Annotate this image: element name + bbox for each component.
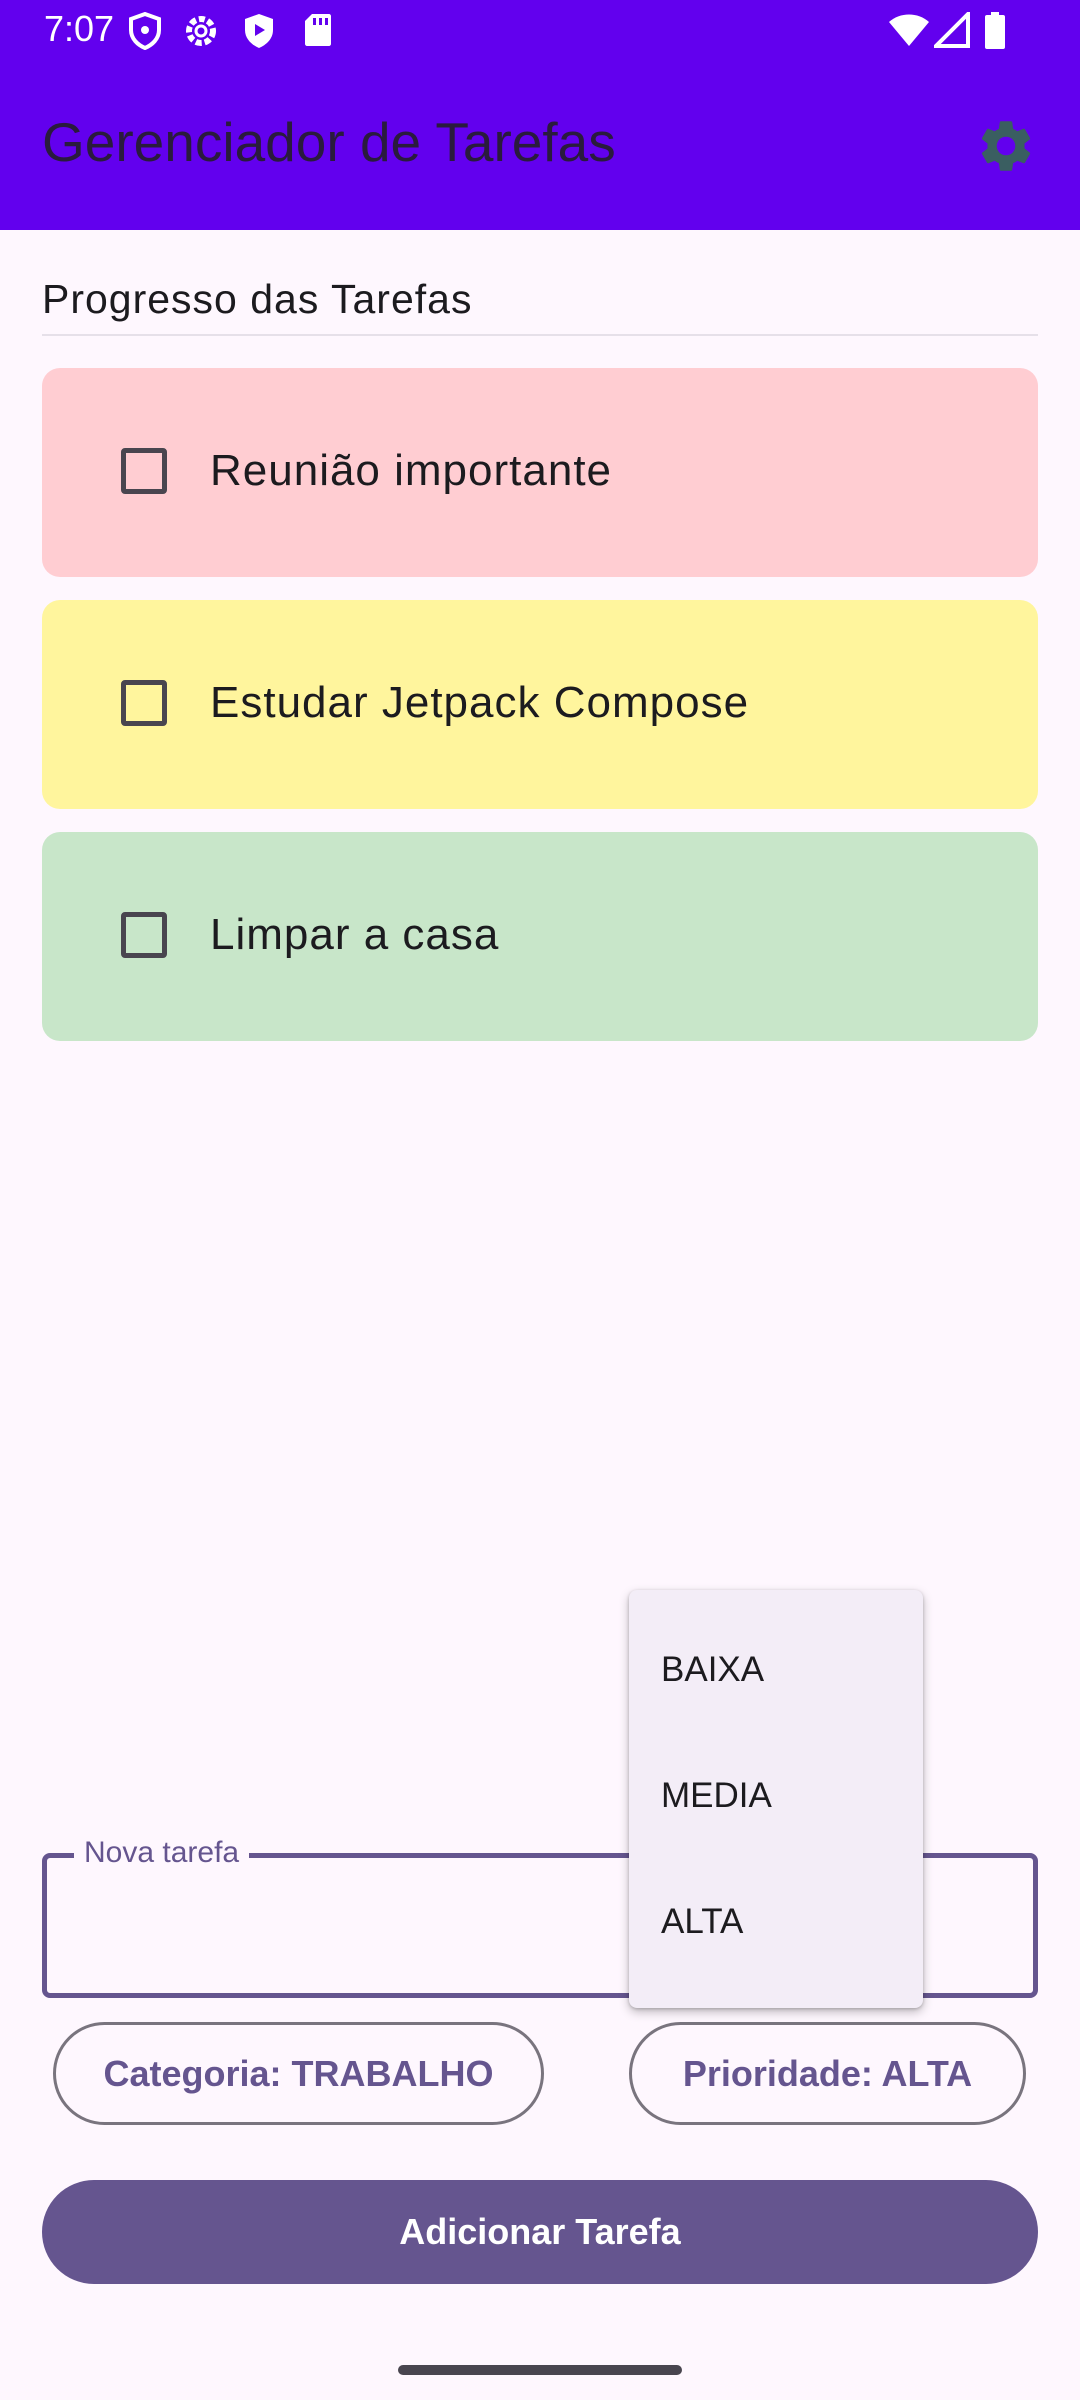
add-task-button[interactable]: Adicionar Tarefa bbox=[42, 2180, 1038, 2284]
task-card[interactable]: Reunião importante bbox=[42, 368, 1038, 577]
task-card[interactable]: Limpar a casa bbox=[42, 832, 1038, 1041]
top-app-bar: 7:07 Gerenciador de Tarefas bbox=[0, 0, 1080, 230]
task-label: Reunião importante bbox=[210, 446, 613, 495]
section-divider bbox=[42, 334, 1038, 336]
menu-item-media[interactable]: MEDIA bbox=[661, 1776, 772, 1816]
task-checkbox[interactable] bbox=[121, 448, 167, 494]
play-protect-icon bbox=[245, 14, 273, 48]
wifi-icon bbox=[889, 14, 929, 46]
task-label: Limpar a casa bbox=[210, 910, 500, 959]
priority-dropdown-menu: BAIXA MEDIA ALTA bbox=[629, 1590, 923, 2008]
navigation-handle[interactable] bbox=[398, 2365, 682, 2375]
task-checkbox[interactable] bbox=[121, 680, 167, 726]
status-bar: 7:07 bbox=[0, 0, 1080, 62]
category-button[interactable]: Categoria: TRABALHO bbox=[53, 2022, 544, 2125]
new-task-input-label: Nova tarefa bbox=[74, 1836, 250, 1870]
signal-icon bbox=[934, 12, 970, 48]
menu-item-alta[interactable]: ALTA bbox=[661, 1902, 743, 1942]
settings-status-icon bbox=[186, 16, 216, 46]
section-title: Progresso das Tarefas bbox=[42, 276, 473, 322]
battery-icon bbox=[985, 12, 1005, 49]
task-label: Estudar Jetpack Compose bbox=[210, 678, 750, 727]
menu-item-baixa[interactable]: BAIXA bbox=[661, 1650, 764, 1690]
status-time: 7:07 bbox=[44, 8, 115, 49]
app-title: Gerenciador de Tarefas bbox=[42, 111, 616, 173]
priority-button[interactable]: Prioridade: ALTA bbox=[629, 2022, 1026, 2125]
sd-card-icon bbox=[305, 14, 331, 46]
task-card[interactable]: Estudar Jetpack Compose bbox=[42, 600, 1038, 809]
task-checkbox[interactable] bbox=[121, 912, 167, 958]
gear-icon[interactable] bbox=[975, 115, 1037, 177]
shield-icon bbox=[129, 12, 161, 50]
